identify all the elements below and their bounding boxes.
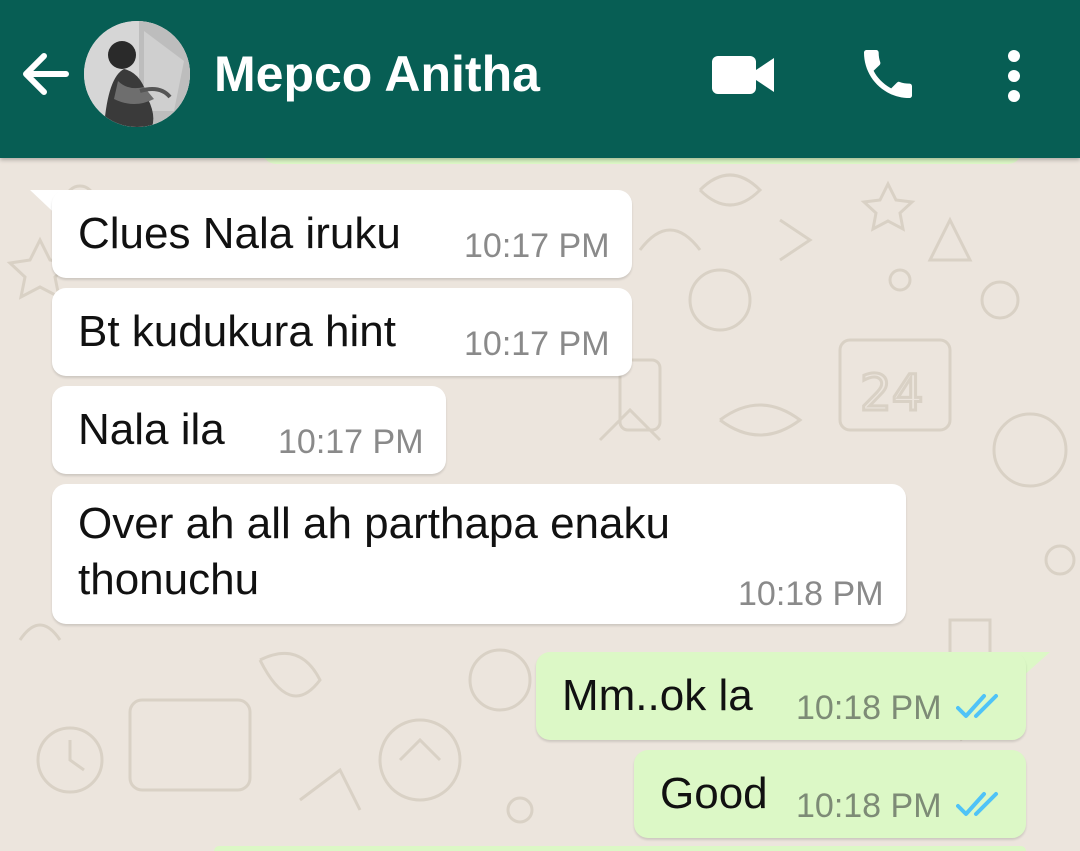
message-text: Bt kudukura hint xyxy=(78,307,396,356)
more-vert-icon xyxy=(1008,50,1020,102)
message-text-line-2: thonuchu xyxy=(78,555,260,604)
message-bubble-incoming[interactable]: Bt kudukura hint 10:17 PM xyxy=(52,288,632,376)
message-time: 10:17 PM xyxy=(278,423,424,461)
double-check-read-icon xyxy=(956,792,998,816)
message-bubble-incoming[interactable]: Clues Nala iruku 10:17 PM xyxy=(52,190,632,278)
svg-text:24: 24 xyxy=(860,364,924,422)
contact-photo xyxy=(84,21,190,127)
message-bubble-outgoing[interactable]: Mm..ok la 10:18 PM xyxy=(536,652,1026,740)
phone-icon xyxy=(864,50,912,98)
overflow-menu-button[interactable] xyxy=(994,46,1034,106)
videocam-icon xyxy=(712,56,774,94)
chat-header: Mepco Anitha xyxy=(0,0,1080,158)
message-text: Clues Nala iruku xyxy=(78,209,401,258)
message-time: 10:18 PM xyxy=(796,787,942,825)
message-time: 10:18 PM xyxy=(796,689,942,727)
message-bubble-incoming[interactable]: Over ah all ah parthapa enaku thonuchu 1… xyxy=(52,484,906,624)
double-check-read-icon xyxy=(956,694,998,718)
avatar[interactable] xyxy=(84,21,190,127)
message-text: Nala ila xyxy=(78,405,225,454)
voice-call-button[interactable] xyxy=(856,42,920,106)
message-text: Mm..ok la xyxy=(562,671,753,720)
message-bubble-outgoing[interactable]: Good 10:18 PM xyxy=(634,750,1026,838)
message-time: 10:17 PM xyxy=(464,227,610,265)
message-time: 10:17 PM xyxy=(464,325,610,363)
arrow-left-icon xyxy=(23,53,69,95)
message-text: Good xyxy=(660,769,768,818)
video-call-button[interactable] xyxy=(708,50,778,100)
message-text-line-1: Over ah all ah parthapa enaku xyxy=(78,499,670,548)
back-button[interactable] xyxy=(18,44,78,104)
contact-name[interactable]: Mepco Anitha xyxy=(214,44,540,104)
message-time: 10:18 PM xyxy=(738,575,884,613)
message-bubble-incoming[interactable]: Nala ila 10:17 PM xyxy=(52,386,446,474)
partial-outgoing-bubble xyxy=(214,846,1026,851)
